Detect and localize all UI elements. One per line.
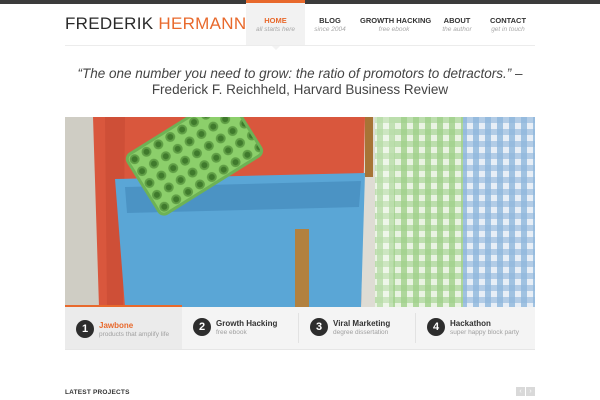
chevron-right-icon[interactable]: › (526, 387, 535, 396)
logo-first-name: FREDERIK (65, 14, 154, 33)
quote-attribution: Frederick F. Reichheld, Harvard Business… (151, 82, 449, 97)
featured-quote: “The one number you need to grow: the ra… (65, 66, 535, 98)
nav-item-about[interactable]: ABOUT the author (437, 4, 477, 45)
tab-number-badge: 1 (76, 320, 94, 338)
header-divider (65, 45, 535, 46)
nav-label: ABOUT (443, 16, 471, 25)
slider-tab-jawbone[interactable]: 1 Jawbone products that amplify life (65, 305, 182, 349)
tab-title: Jawbone (99, 321, 134, 330)
tab-number-badge: 3 (310, 318, 328, 336)
nav-label: GROWTH HACKING (360, 16, 432, 25)
slider-tab-viral-marketing[interactable]: 3 Viral Marketing degree dissertation (299, 307, 416, 349)
nav-item-blog[interactable]: BLOG since 2004 (310, 4, 350, 45)
nav-label: HOME (264, 16, 287, 25)
chevron-left-icon[interactable]: ‹ (516, 387, 525, 396)
latest-projects-heading: LATEST PROJECTS (65, 389, 130, 396)
nav-label: BLOG (319, 16, 341, 25)
tab-subtitle: super happy block party (450, 329, 520, 336)
backpack-speaker-photo (65, 117, 535, 307)
nav-item-home[interactable]: HOME all starts here (246, 0, 305, 50)
tab-subtitle: products that amplify life (99, 331, 170, 338)
tab-number-badge: 4 (427, 318, 445, 336)
site-logo[interactable]: FREDERIK HERMANN (65, 14, 246, 34)
nav-sublabel: get in touch (491, 26, 525, 33)
tab-title: Hackathon (450, 319, 491, 328)
nav-sublabel: all starts here (255, 26, 296, 33)
slider-tabs: 1 Jawbone products that amplify life 2 G… (65, 305, 535, 350)
nav-item-growth-hacking[interactable]: GROWTH HACKING free ebook (360, 4, 432, 45)
tab-title: Growth Hacking (216, 319, 278, 328)
hero-slider-image[interactable] (65, 117, 535, 307)
nav-sublabel: free ebook (378, 26, 410, 33)
nav-label: CONTACT (489, 16, 527, 25)
nav-sublabel: the author (442, 26, 472, 33)
tab-subtitle: degree dissertation (333, 329, 389, 336)
slider-tab-hackathon[interactable]: 4 Hackathon super happy block party (416, 307, 535, 349)
tab-subtitle: free ebook (216, 329, 247, 336)
nav-item-contact[interactable]: CONTACT get in touch (486, 4, 530, 45)
logo-last-name: HERMANN (158, 14, 247, 33)
slider-tab-growth-hacking[interactable]: 2 Growth Hacking free ebook (182, 307, 299, 349)
quote-dash: – (511, 66, 523, 81)
quote-text: “The one number you need to grow: the ra… (77, 66, 512, 81)
tab-number-badge: 2 (193, 318, 211, 336)
nav-sublabel: since 2004 (314, 26, 346, 33)
tab-title: Viral Marketing (333, 319, 391, 328)
